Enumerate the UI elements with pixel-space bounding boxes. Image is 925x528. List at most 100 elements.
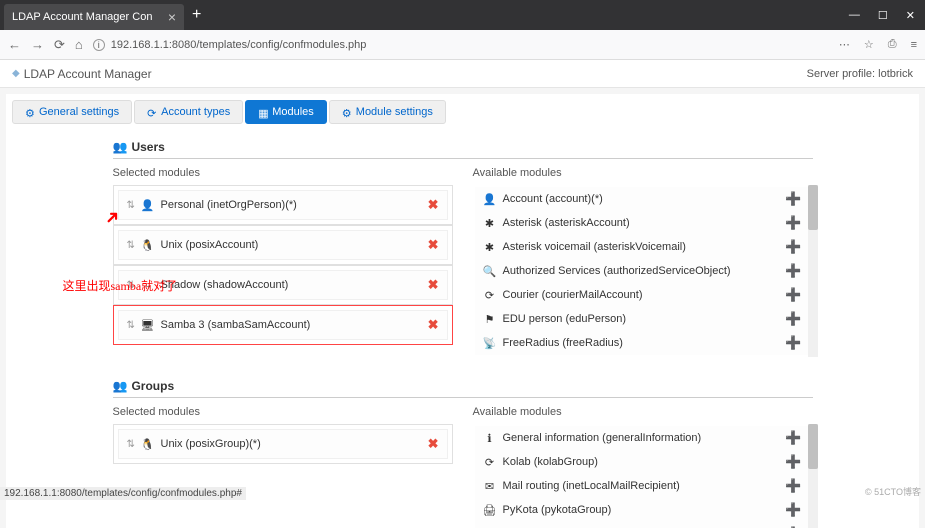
module-icon: ℹ [483, 431, 497, 445]
module-label: Authorized Services (authorizedServiceOb… [503, 265, 780, 277]
module-label: Personal (inetOrgPerson)(*) [161, 199, 422, 211]
available-module: 👤 Account (account)(*) ➕ [475, 187, 810, 211]
reload-icon[interactable]: ⟳ [54, 37, 65, 53]
remove-icon[interactable]: ✖ [428, 197, 439, 213]
remove-icon[interactable]: ✖ [428, 277, 439, 293]
add-icon[interactable]: ➕ [785, 191, 801, 207]
minimize-icon[interactable]: — [849, 9, 860, 22]
module-label: FreeRadius (freeRadius) [503, 337, 780, 349]
app-logo: LDAP Account Manager [12, 67, 152, 81]
module-label: Samba 3 (sambaSamAccount) [161, 319, 422, 331]
available-modules-label: Available modules [473, 167, 813, 179]
module-label: Account (account)(*) [503, 193, 780, 205]
add-icon[interactable]: ➕ [785, 502, 801, 518]
add-icon[interactable]: ➕ [785, 215, 801, 231]
add-icon[interactable]: ➕ [785, 478, 801, 494]
selected-modules-label: Selected modules [113, 406, 453, 418]
available-module: ⟳ Courier (courierMailAccount) ➕ [475, 283, 810, 307]
module-icon: ⟳ [483, 288, 497, 302]
back-icon[interactable]: ← [8, 37, 21, 53]
groups-header: 👥 Groups [113, 375, 813, 398]
module-icon: 🖨 [483, 503, 497, 517]
module-icon: 📡 [483, 336, 497, 350]
url-bar[interactable]: i 192.168.1.1:8080/templates/config/conf… [93, 39, 829, 51]
forward-icon[interactable]: → [31, 37, 44, 53]
add-icon[interactable]: ➕ [785, 335, 801, 351]
drag-handle-icon[interactable]: ⇅ [127, 200, 135, 211]
drag-handle-icon[interactable]: ⇅ [127, 439, 135, 450]
library-icon[interactable]: ⎙ [888, 38, 897, 51]
tab-module-settings[interactable]: ⚙Module settings [329, 100, 446, 124]
tab-account-types[interactable]: ⟳Account types [134, 100, 243, 124]
users-icon: 👥 [113, 140, 128, 154]
available-module: 🖨 PyKota (pykotaGroup) ➕ [475, 498, 810, 522]
watermark: © 51CTO博客 [865, 485, 921, 498]
selected-module: ⇅ 🐧 Unix (posixGroup)(*) ✖ [113, 424, 453, 464]
available-module: ✱ Asterisk (asteriskAccount) ➕ [475, 211, 810, 235]
drag-handle-icon[interactable]: ⇅ [127, 320, 135, 331]
add-icon[interactable]: ➕ [785, 454, 801, 470]
available-module: ✉ Mail routing (inetLocalMailRecipient) … [475, 474, 810, 498]
module-icon: 🔍 [483, 264, 497, 278]
status-bar: 192.168.1.1:8080/templates/config/confmo… [0, 487, 246, 500]
module-label: Mail routing (inetLocalMailRecipient) [503, 480, 780, 492]
add-icon[interactable]: ➕ [785, 263, 801, 279]
groups-icon: 👥 [113, 379, 128, 393]
browser-tab-bar: LDAP Account Manager Con × + — ☐ ✕ [0, 0, 925, 30]
add-icon[interactable]: ➕ [785, 430, 801, 446]
available-module: ✱ Asterisk voicemail (asteriskVoicemail)… [475, 235, 810, 259]
module-label: Asterisk voicemail (asteriskVoicemail) [503, 241, 780, 253]
module-label: General information (generalInformation) [503, 432, 780, 444]
groups-section: 👥 Groups Selected modules ⇅ 🐧 Unix (posi… [113, 375, 813, 528]
available-module: 🔍 Authorized Services (authorizedService… [475, 259, 810, 283]
module-icon: ⚑ [483, 312, 497, 326]
remove-icon[interactable]: ✖ [428, 436, 439, 452]
site-info-icon[interactable]: i [93, 39, 105, 51]
add-icon[interactable]: ➕ [785, 287, 801, 303]
url-text: 192.168.1.1:8080/templates/config/confmo… [111, 39, 367, 51]
module-icon: 🐧 [141, 437, 155, 451]
available-modules-label: Available modules [473, 406, 813, 418]
bookmark-icon[interactable]: ☆ [864, 38, 874, 51]
module-label: PyKota (pykotaGroup) [503, 504, 780, 516]
new-tab-button[interactable]: + [192, 6, 201, 24]
module-icon: ✱ [483, 216, 497, 230]
tab-close-icon[interactable]: × [168, 9, 176, 25]
scrollbar[interactable] [808, 185, 818, 357]
selected-modules-label: Selected modules [113, 167, 453, 179]
remove-icon[interactable]: ✖ [428, 317, 439, 333]
home-icon[interactable]: ⌂ [75, 37, 83, 53]
module-label: EDU person (eduPerson) [503, 313, 780, 325]
available-module: 🖨 PyKota (pykotaGroupStructural)(*) ➕ [475, 522, 810, 528]
close-window-icon[interactable]: ✕ [906, 9, 915, 22]
selected-module: ⇅ 🐧 Unix (posixAccount) ✖ [113, 225, 453, 265]
meatball-menu-icon[interactable]: ⋯ [839, 38, 850, 51]
settings-icon: ⚙ [342, 107, 352, 117]
users-header: 👥 Users [113, 136, 813, 159]
module-label: Courier (courierMailAccount) [503, 289, 780, 301]
browser-tab[interactable]: LDAP Account Manager Con × [4, 4, 184, 30]
window-controls: — ☐ ✕ [849, 9, 921, 22]
app-header: LDAP Account Manager Server profile: lot… [0, 60, 925, 88]
modules-icon: ▦ [258, 107, 268, 117]
module-icon: ✉ [483, 479, 497, 493]
scrollbar[interactable] [808, 424, 818, 528]
hamburger-menu-icon[interactable]: ≡ [911, 39, 917, 51]
tab-modules[interactable]: ▦Modules [245, 100, 327, 124]
maximize-icon[interactable]: ☐ [878, 9, 888, 22]
add-icon[interactable]: ➕ [785, 311, 801, 327]
add-icon[interactable]: ➕ [785, 239, 801, 255]
module-label: Kolab (kolabGroup) [503, 456, 780, 468]
available-module: ℹ General information (generalInformatio… [475, 426, 810, 450]
remove-icon[interactable]: ✖ [428, 237, 439, 253]
module-icon: 🐧 [141, 238, 155, 252]
server-profile: Server profile: lotbrick [807, 68, 913, 80]
module-label: Asterisk (asteriskAccount) [503, 217, 780, 229]
module-icon: ⟳ [483, 455, 497, 469]
drag-handle-icon[interactable]: ⇅ [127, 240, 135, 251]
tab-title: LDAP Account Manager Con [12, 11, 152, 23]
tab-general-settings[interactable]: ⚙General settings [12, 100, 132, 124]
module-label: Shadow (shadowAccount) [161, 279, 422, 291]
users-section: 👥 Users Selected modules ⇅ 👤 Personal (i… [113, 136, 813, 357]
selected-module: ⇅ 🖥 Samba 3 (sambaSamAccount) ✖ [113, 305, 453, 345]
